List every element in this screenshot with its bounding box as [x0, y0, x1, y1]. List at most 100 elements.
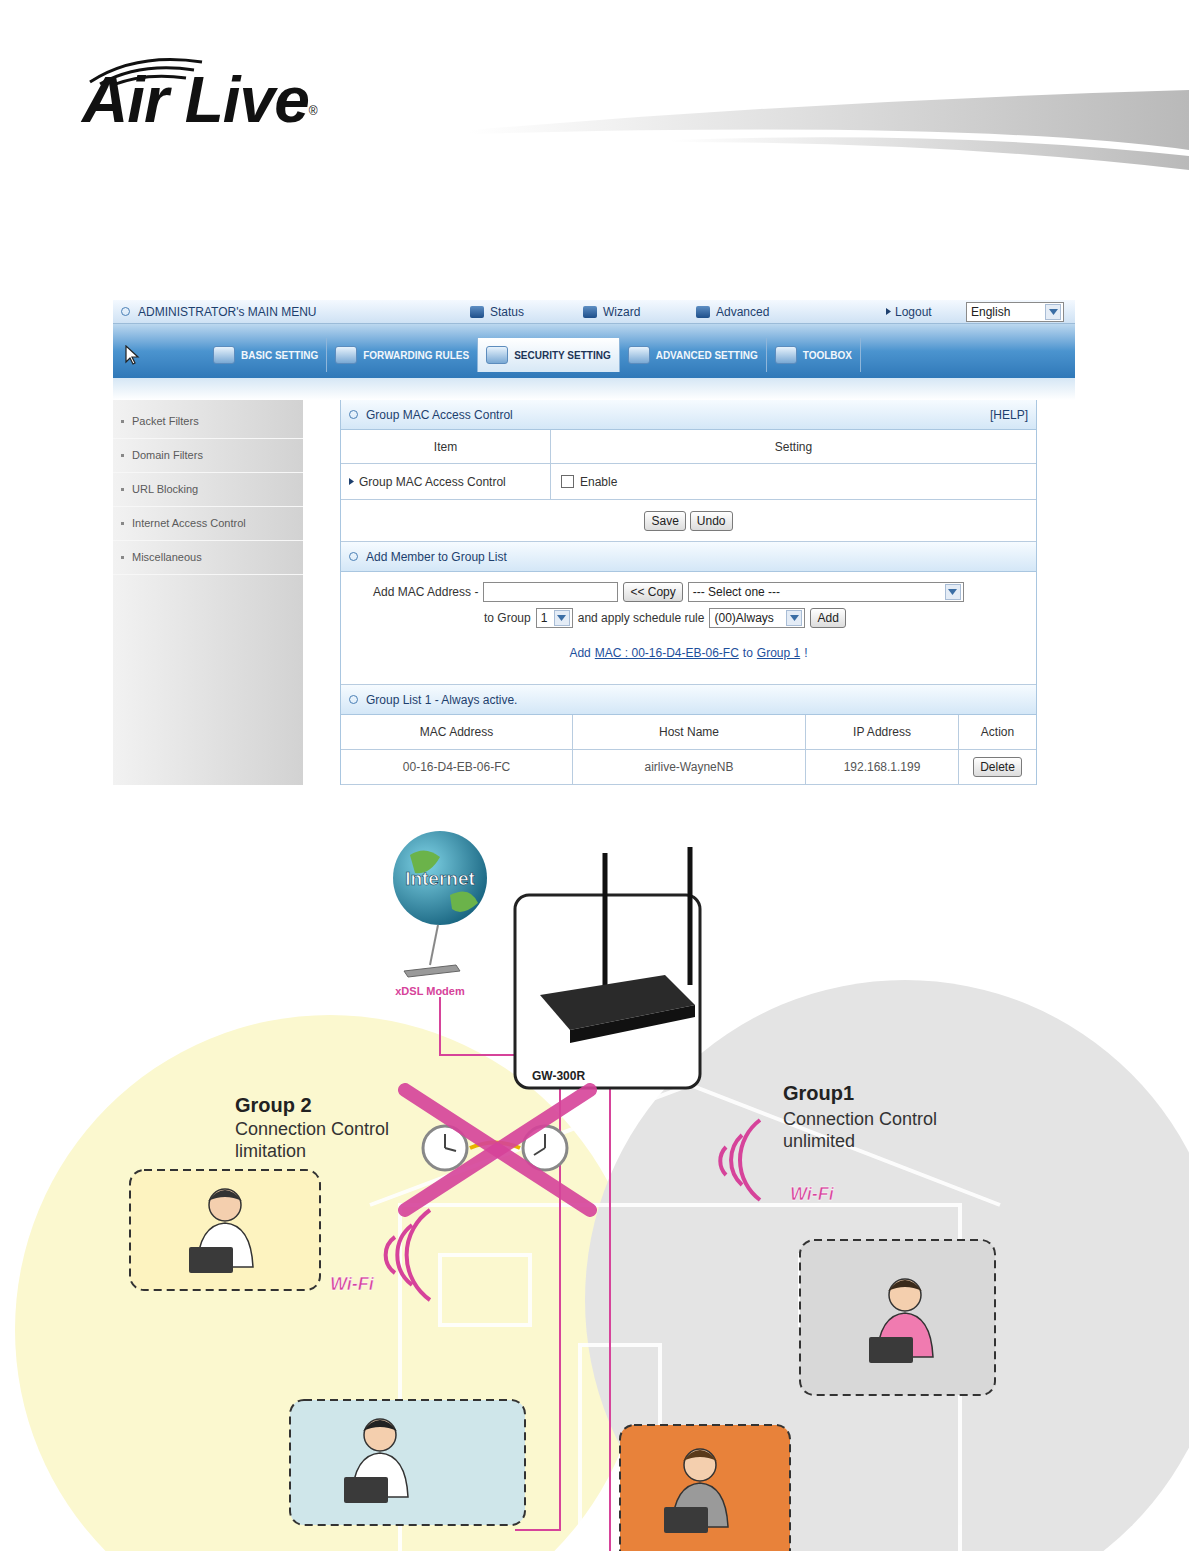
add-hint: AddMAC : 00-16-D4-EB-06-FCtoGroup 1! — [341, 644, 1036, 662]
form-button[interactable]: Undo — [690, 511, 733, 531]
person-frame — [130, 1170, 320, 1290]
access-table-header: ItemSetting — [341, 430, 1036, 464]
bullet-icon — [121, 420, 124, 423]
group-description: Connection Control — [235, 1119, 389, 1139]
top-menu-item[interactable]: Advanced — [696, 303, 809, 321]
nav-tab[interactable]: ADVANCED SETTING — [620, 338, 767, 372]
tab-bar: BASIC SETTINGFORWARDING RULESSECURITY SE… — [113, 324, 1075, 378]
top-menu-item[interactable]: Status — [470, 303, 583, 321]
block-cross-icon — [405, 1090, 590, 1210]
host-select[interactable]: --- Select one --- — [688, 582, 964, 602]
schedule-select[interactable]: (00)Always — [709, 608, 805, 628]
sidebar-item[interactable]: Internet Access Control — [113, 507, 303, 541]
person-frame — [290, 1400, 525, 1525]
language-select[interactable]: English — [966, 302, 1064, 322]
group-title: Group 2 — [235, 1094, 312, 1116]
person-icon — [344, 1419, 408, 1503]
manual-page: Air Live® ADMINISTRATOR's MAIN MENU Status… — [0, 0, 1189, 1551]
group2-area — [15, 1015, 645, 1551]
person-frame — [620, 1425, 790, 1551]
dropdown-arrow-icon — [557, 615, 566, 621]
modem-icon — [404, 965, 460, 977]
circle-icon — [349, 695, 358, 704]
cable-line — [609, 1088, 611, 1551]
cursor-icon — [125, 345, 141, 365]
circle-icon — [121, 307, 130, 316]
triangle-icon — [349, 478, 354, 485]
logout-link[interactable]: Logout — [886, 303, 966, 321]
wifi-right-icon — [720, 1120, 760, 1200]
circle-icon — [349, 410, 358, 419]
sidebar-item[interactable]: Domain Filters — [113, 439, 303, 473]
form-button[interactable]: Save — [644, 511, 685, 531]
tab-icon — [486, 346, 508, 364]
access-panel-header: Group MAC Access Control[HELP] — [341, 400, 1036, 430]
menu-item-icon — [470, 306, 484, 318]
menu-item-icon — [583, 306, 597, 318]
add-button[interactable]: Add — [810, 608, 845, 628]
circle-icon — [349, 552, 358, 561]
enable-checkbox[interactable] — [561, 475, 574, 488]
dropdown-arrow-icon — [948, 589, 957, 595]
add-member-header: Add Member to Group List — [341, 542, 1036, 572]
clock-block — [405, 1090, 590, 1210]
tab-icon — [775, 346, 797, 364]
menu-item-icon — [696, 306, 710, 318]
header-swoosh-icon — [470, 90, 1189, 170]
internet-label: Internet — [405, 868, 475, 889]
main-menu-title: ADMINISTRATOR's MAIN MENU — [138, 303, 317, 321]
access-table-row: Group MAC Access ControlEnable — [341, 464, 1036, 500]
tab-icon — [628, 346, 650, 364]
group-select[interactable]: 1 — [536, 608, 573, 628]
dropdown-arrow-icon — [790, 615, 799, 621]
block-cross-icon — [405, 1090, 590, 1210]
router-screenshot: ADMINISTRATOR's MAIN MENU StatusWizardAdv… — [113, 300, 1075, 785]
group-list-header: Group List 1 - Always active. — [341, 685, 1036, 715]
add-member-form: Add MAC Address -<< Copy--- Select one -… — [341, 572, 1036, 685]
person-icon — [664, 1449, 728, 1533]
nav-tab[interactable]: SECURITY SETTING — [478, 338, 620, 372]
nav-tab[interactable]: FORWARDING RULES — [327, 338, 478, 372]
cable-line — [440, 997, 515, 1055]
wifi-label: Wi-Fi — [330, 1274, 375, 1294]
person-frame — [800, 1240, 995, 1395]
copy-button[interactable]: << Copy — [623, 582, 682, 602]
group-list-row: 00-16-D4-EB-06-FCairlive-WayneNB192.168.… — [341, 750, 1036, 785]
network-diagram: Internet xDSL Modem GW-300R Wi-Fi Wi-Fi Group… — [0, 785, 1189, 1551]
bullet-icon — [121, 488, 124, 491]
mac-input[interactable] — [483, 582, 618, 602]
button-row: SaveUndo — [341, 500, 1036, 542]
airlive-logo: Air Live® — [82, 60, 318, 140]
help-link[interactable]: [HELP] — [990, 406, 1028, 424]
group-link[interactable]: Group 1 — [757, 644, 800, 662]
modem-label: xDSL Modem — [395, 985, 465, 997]
group-list-columns: MAC AddressHost NameIP AddressAction — [341, 715, 1036, 750]
group-description: Connection Control — [783, 1109, 937, 1129]
sidebar-item[interactable]: URL Blocking — [113, 473, 303, 507]
router-label: GW-300R — [532, 1069, 585, 1083]
bullet-icon — [121, 522, 124, 525]
nav-tab[interactable]: BASIC SETTING — [205, 338, 327, 372]
wifi-label: Wi-Fi — [790, 1184, 835, 1204]
logo-arcs-icon — [86, 52, 206, 86]
group-title: Group1 — [783, 1082, 854, 1104]
dropdown-arrow-icon — [1049, 309, 1058, 315]
bullet-icon — [121, 454, 124, 457]
sidebar-item[interactable]: Miscellaneous — [113, 541, 303, 575]
sidebar-item[interactable]: Packet Filters — [113, 405, 303, 439]
tab-icon — [213, 346, 235, 364]
bullet-icon — [121, 556, 124, 559]
person-icon — [869, 1279, 933, 1363]
mac-link[interactable]: MAC : 00-16-D4-EB-06-FC — [595, 644, 739, 662]
content-panel: Group MAC Access Control[HELP]ItemSettin… — [340, 400, 1037, 785]
page-header: Air Live® — [0, 0, 1189, 300]
top-menu-bar: ADMINISTRATOR's MAIN MENU StatusWizardAdv… — [113, 300, 1075, 324]
wifi-left-icon — [386, 1210, 430, 1300]
person-icon — [189, 1189, 253, 1273]
top-menu-item[interactable]: Wizard — [583, 303, 696, 321]
sidebar: Packet FiltersDomain FiltersURL Blocking… — [113, 400, 303, 785]
group-description: limitation — [235, 1141, 306, 1161]
nav-tab[interactable]: TOOLBOX — [767, 338, 861, 372]
triangle-icon — [886, 308, 891, 315]
delete-button[interactable]: Delete — [973, 757, 1022, 777]
